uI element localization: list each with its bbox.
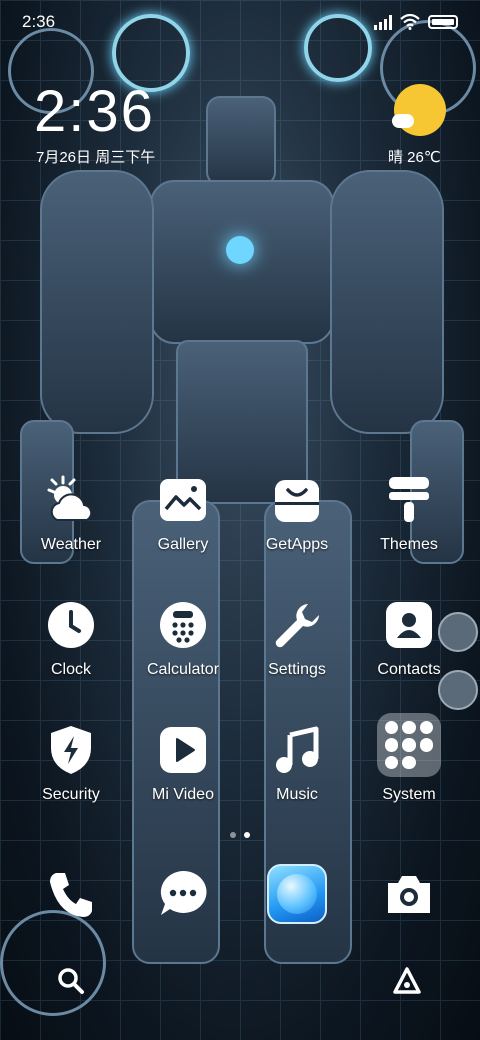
- app-label: Themes: [380, 536, 438, 553]
- clock-widget-date[interactable]: 7月26日 周三下午: [36, 146, 155, 167]
- app-system-folder[interactable]: System: [354, 712, 464, 804]
- app-label: Gallery: [157, 536, 209, 553]
- themes-icon: [379, 470, 439, 530]
- calculator-icon: [153, 595, 213, 655]
- status-bar: 2:36: [0, 0, 480, 44]
- clock-icon: [41, 595, 101, 655]
- dock-camera[interactable]: [354, 862, 464, 926]
- signal-icon: [374, 14, 392, 30]
- app-label: Clock: [50, 661, 91, 678]
- app-getapps[interactable]: GetApps: [242, 470, 352, 554]
- system-folder-icon: [376, 712, 442, 778]
- phone-icon: [39, 862, 103, 926]
- clock-widget-time[interactable]: 2:36: [34, 78, 155, 145]
- app-label: Mi Video: [152, 786, 214, 803]
- app-label: Settings: [268, 661, 326, 678]
- app-mi-video[interactable]: Mi Video: [128, 720, 238, 804]
- gallery-icon: [153, 470, 213, 530]
- security-icon: [41, 720, 101, 780]
- contacts-icon: [379, 595, 439, 655]
- app-label: Music: [276, 786, 318, 803]
- app-gallery[interactable]: Gallery: [128, 470, 238, 554]
- getapps-icon: [267, 470, 327, 530]
- app-label: GetApps: [265, 536, 329, 553]
- app-label: Security: [42, 786, 100, 803]
- battery-icon: [428, 15, 458, 29]
- settings-icon: [267, 595, 327, 655]
- app-label: Calculator: [146, 661, 220, 678]
- page-indicator[interactable]: [0, 832, 480, 838]
- app-label: Contacts: [377, 661, 441, 678]
- app-settings[interactable]: Settings: [242, 595, 352, 679]
- search-icon[interactable]: [56, 966, 86, 1001]
- status-time: 2:36: [22, 12, 56, 31]
- app-label: System: [382, 786, 436, 803]
- messages-icon: [151, 862, 215, 926]
- assistant-icon[interactable]: [392, 966, 422, 1001]
- app-calculator[interactable]: Calculator: [128, 595, 238, 679]
- app-security[interactable]: Security: [16, 720, 126, 804]
- music-icon: [267, 720, 327, 780]
- camera-icon: [377, 862, 441, 926]
- app-weather[interactable]: Weather: [16, 470, 126, 554]
- app-label: Weather: [40, 536, 102, 553]
- browser-icon: [265, 862, 329, 926]
- page-dot[interactable]: [230, 832, 236, 838]
- dock-browser[interactable]: [242, 862, 352, 926]
- wifi-icon: [400, 14, 420, 30]
- page-dot-current[interactable]: [244, 832, 250, 838]
- dock-phone[interactable]: [16, 862, 126, 926]
- app-clock[interactable]: Clock: [16, 595, 126, 679]
- dock-messages[interactable]: [128, 862, 238, 926]
- weather-widget-text[interactable]: 晴 26℃: [388, 146, 441, 167]
- app-themes[interactable]: Themes: [354, 470, 464, 554]
- app-music[interactable]: Music: [242, 720, 352, 804]
- app-contacts[interactable]: Contacts: [354, 595, 464, 679]
- mi-video-icon: [153, 720, 213, 780]
- weather-icon: [41, 470, 101, 530]
